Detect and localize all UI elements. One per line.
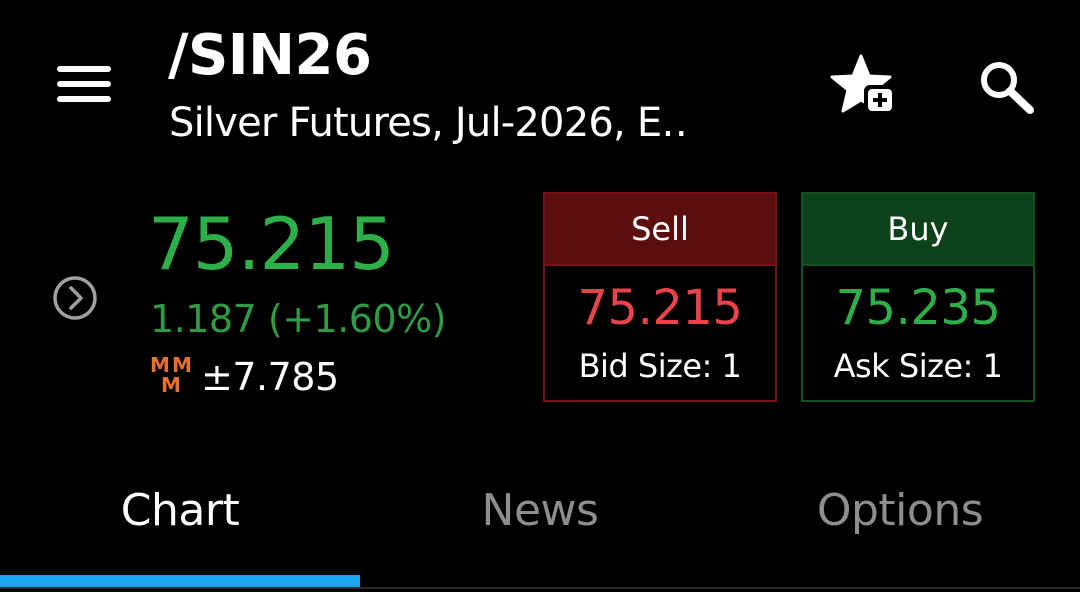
search-icon xyxy=(981,62,1034,114)
sell-label: Sell xyxy=(545,194,775,264)
sell-quote-body: 75.215 Bid Size: 1 xyxy=(545,264,775,400)
bid-size: Bid Size: 1 xyxy=(578,347,742,385)
mm-letter-3: M xyxy=(161,373,181,397)
hamburger-menu-icon xyxy=(57,66,111,72)
symbol-title: /SIN26 xyxy=(168,23,372,88)
net-change: 1.187 (+1.60%) xyxy=(150,297,447,341)
hamburger-menu-icon-bar xyxy=(57,81,111,87)
expand-quote-button[interactable] xyxy=(50,273,100,323)
instrument-description: Silver Futures, Jul-2026, E… xyxy=(169,100,689,146)
menu-button[interactable] xyxy=(50,58,116,110)
chevron-right-circle-icon xyxy=(53,276,97,320)
quote-screen: /SIN26 Silver Futures, Jul-2026, E… 75.2… xyxy=(0,0,1080,592)
last-price: 75.215 xyxy=(148,202,395,286)
active-tab-indicator xyxy=(0,575,360,587)
mm-letter-2: M xyxy=(172,353,192,377)
add-to-watchlist-button[interactable] xyxy=(828,52,900,122)
sell-button[interactable]: Sell 75.215 Bid Size: 1 xyxy=(543,192,777,402)
ask-price: 75.235 xyxy=(835,280,1001,336)
mm-letter-1: M xyxy=(150,353,170,377)
tab-news[interactable]: News xyxy=(360,470,720,550)
tab-options[interactable]: Options xyxy=(720,470,1080,550)
buy-button[interactable]: Buy 75.235 Ask Size: 1 xyxy=(801,192,1035,402)
star-plus-icon xyxy=(830,54,896,115)
market-maker-move-icon: M M M xyxy=(148,353,196,397)
tab-chart[interactable]: Chart xyxy=(0,470,360,550)
tab-bar-divider xyxy=(0,587,1080,589)
bid-price: 75.215 xyxy=(577,280,743,336)
search-button[interactable] xyxy=(970,52,1042,122)
buy-label: Buy xyxy=(803,194,1033,264)
ask-size: Ask Size: 1 xyxy=(833,347,1003,385)
hamburger-menu-icon-bar xyxy=(57,96,111,102)
buy-quote-body: 75.235 Ask Size: 1 xyxy=(803,264,1033,400)
market-maker-move-value: ±7.785 xyxy=(201,355,339,399)
